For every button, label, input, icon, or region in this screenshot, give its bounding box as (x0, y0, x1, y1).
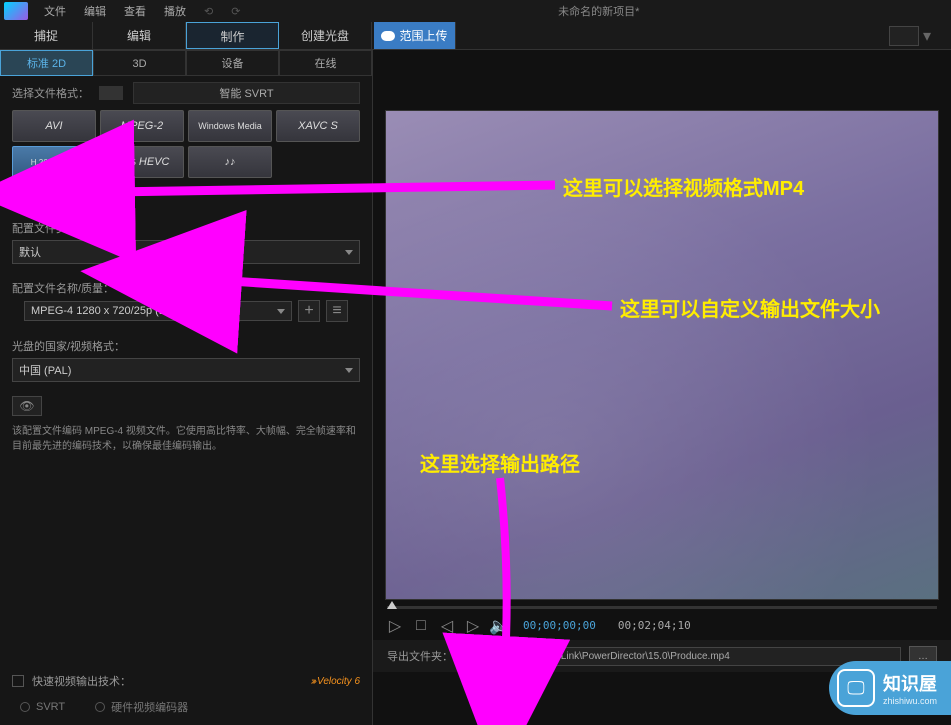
format-wmedia[interactable]: Windows Media (188, 110, 272, 142)
menu-play[interactable]: 播放 (156, 1, 194, 21)
country-label: 光盘的国家/视频格式： (12, 338, 360, 354)
radio-hw-encoder[interactable]: 硬件视频编码器 (95, 699, 188, 715)
export-folder-label: 导出文件夹： (387, 648, 453, 664)
format-h265hevc[interactable]: H.265 HEVC (100, 146, 184, 178)
profile-type-dropdown[interactable]: 默认 (12, 240, 360, 264)
eye-icon: 👁 (19, 399, 34, 413)
profile-add-button[interactable]: + (298, 300, 320, 322)
format-grid: AVI MPEG-2 Windows Media XAVC S H.264 AV… (0, 110, 372, 186)
format-audio[interactable]: ♪♪ (188, 146, 272, 178)
container-dropdown[interactable]: MP4 (12, 186, 88, 206)
country-value: 中国 (PAL) (19, 362, 71, 378)
tab-disc[interactable]: 创建光盘 (279, 22, 372, 49)
profile-options-button[interactable]: ≡ (326, 300, 348, 322)
profile-quality-dropdown[interactable]: MPEG-4 1280 x 720/25p (16 Mbps) (24, 301, 292, 321)
subtab-online[interactable]: 在线 (279, 50, 372, 76)
playback-controls: ▷ □ ◁ ▷ 🔈 00;00;00;00 00;02;04;10 (373, 611, 951, 640)
menu-edit[interactable]: 编辑 (76, 1, 114, 21)
caret-down-icon (345, 250, 353, 255)
export-path-field[interactable]: D:\Documents\CyberLink\PowerDirector\15.… (461, 647, 901, 666)
watermark-icon: 🖵 (837, 669, 875, 707)
main-tab-bar: 捕捉 编辑 制作 创建光盘 范围上传 ▾ (0, 22, 951, 50)
caret-down-icon (345, 368, 353, 373)
profile-type-value: 默认 (19, 244, 41, 260)
tab-edit[interactable]: 编辑 (93, 22, 186, 49)
profile-description: 该配置文件编码 MPEG-4 视频文件。它使用高比特率、大帧幅、完全帧速率和目前… (0, 416, 372, 462)
annotation-format: 这里可以选择视频格式MP4 (563, 172, 804, 201)
menu-view[interactable]: 查看 (116, 1, 154, 21)
timecode-duration: 00;02;04;10 (612, 617, 697, 634)
watermark-url: zhishiwu.com (883, 696, 937, 706)
format-select-label: 选择文件格式： (12, 85, 89, 101)
annotation-size: 这里可以自定义输出文件大小 (620, 293, 880, 322)
format-avi[interactable]: AVI (12, 110, 96, 142)
timecode-current: 00;00;00;00 (517, 617, 602, 634)
toolbar-right: ▾ (885, 22, 951, 49)
velocity-badge: ››› Velocity 6 (311, 676, 360, 687)
window-control-icon[interactable] (889, 26, 919, 46)
slider-thumb-icon[interactable] (387, 601, 397, 609)
fast-output-checkbox[interactable] (12, 675, 24, 687)
project-title: 未命名的新项目* (250, 1, 947, 21)
container-value: MP4 (19, 190, 42, 202)
watermark-badge: 🖵 知识屋 zhishiwu.com (829, 661, 951, 715)
caret-down-icon (73, 194, 81, 199)
profile-quality-value: MPEG-4 1280 x 720/25p (16 Mbps) (31, 305, 205, 317)
profile-type-label: 配置文件类型： (12, 220, 360, 236)
next-frame-button[interactable]: ▷ (465, 618, 481, 634)
radio-svrt[interactable]: SVRT (20, 699, 65, 715)
timeline-slider[interactable] (387, 606, 937, 609)
subtab-2d[interactable]: 标准 2D (0, 50, 93, 76)
watermark-title: 知识屋 (883, 670, 937, 696)
smart-svrt-button[interactable]: 智能 SVRT (133, 82, 360, 104)
output-mode-tabs: 标准 2D 3D 设备 在线 (0, 50, 372, 76)
tab-upload-label: 范围上传 (399, 22, 447, 50)
profile-quality-label: 配置文件名称/质量： (12, 280, 360, 296)
format-h264avc[interactable]: H.264 AVC (12, 146, 96, 178)
caret-down-icon (277, 309, 285, 314)
annotation-path: 这里选择输出路径 (420, 448, 580, 477)
format-mpeg2[interactable]: MPEG-2 (100, 110, 184, 142)
tab-produce[interactable]: 制作 (186, 22, 279, 49)
menu-file[interactable]: 文件 (36, 1, 74, 21)
edit-icon[interactable] (99, 86, 123, 100)
stop-button[interactable]: □ (413, 618, 429, 634)
app-logo-icon (4, 2, 28, 20)
fast-output-label: 快速视频输出技术： (32, 673, 131, 689)
cloud-icon (381, 31, 395, 41)
tab-upload[interactable]: 范围上传 (374, 22, 456, 49)
format-xavcs[interactable]: XAVC S (276, 110, 360, 142)
subtab-device[interactable]: 设备 (186, 50, 279, 76)
subtab-3d[interactable]: 3D (93, 50, 186, 76)
preview-panel: ▷ □ ◁ ▷ 🔈 00;00;00;00 00;02;04;10 导出文件夹：… (373, 50, 951, 725)
prev-frame-button[interactable]: ◁ (439, 618, 455, 634)
produce-settings-panel: 标准 2D 3D 设备 在线 选择文件格式： 智能 SVRT AVI MPEG-… (0, 50, 373, 725)
play-button[interactable]: ▷ (387, 618, 403, 634)
country-dropdown[interactable]: 中国 (PAL) (12, 358, 360, 382)
top-menu-bar: 文件 编辑 查看 播放 ⟲ ⟳ 未命名的新项目* (0, 0, 951, 22)
preview-toggle-button[interactable]: 👁 (12, 396, 42, 416)
volume-button[interactable]: 🔈 (491, 618, 507, 634)
tab-capture[interactable]: 捕捉 (0, 22, 93, 49)
